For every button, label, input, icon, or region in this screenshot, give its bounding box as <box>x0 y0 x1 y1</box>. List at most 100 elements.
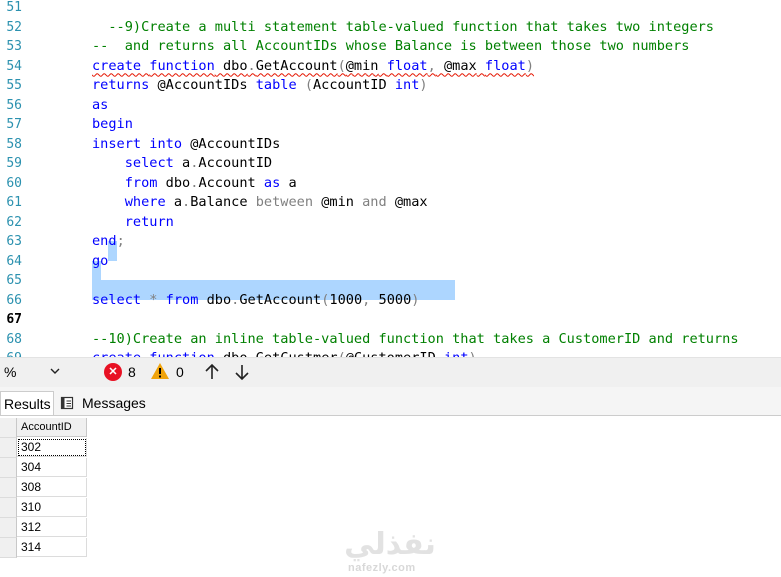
line-number: 66 <box>6 292 22 308</box>
line-number: 61 <box>6 195 22 210</box>
code-token: end <box>92 233 117 249</box>
row-header[interactable] <box>0 478 17 498</box>
code-line: 61 where a.Balance between @min and @max <box>0 193 781 213</box>
code-token: dbo <box>214 57 248 74</box>
code-token: @min <box>313 194 363 210</box>
code-text: return <box>92 213 174 233</box>
code-token: , <box>427 57 436 74</box>
line-number: 56 <box>6 97 22 113</box>
row-header[interactable] <box>0 518 17 538</box>
code-token: into <box>149 135 183 152</box>
cell-accountid[interactable]: 308 <box>17 478 87 497</box>
code-line: 58 insert into @AccountIDs <box>0 135 781 155</box>
code-token: table <box>255 77 297 93</box>
code-token: @AccountIDs <box>149 77 256 93</box>
cell-accountid[interactable]: 312 <box>17 518 87 537</box>
code-text: create function dbo.GetAccount(@min floa… <box>92 57 534 77</box>
tab-results-label: Results <box>4 396 51 412</box>
line-number: 51 <box>6 0 22 15</box>
arrow-down-icon[interactable] <box>232 361 252 383</box>
code-token: begin <box>92 116 133 132</box>
code-token: 5000 <box>370 291 412 308</box>
query-editor[interactable]: 51 52 --9)Create a multi statement table-… <box>0 0 781 357</box>
cell-accountid[interactable]: 314 <box>17 538 87 557</box>
code-token: Account <box>198 174 264 191</box>
svg-text:نفذلي: نفذلي <box>344 527 436 562</box>
code-token: --10)Create an inline table-valued funct… <box>92 330 739 347</box>
code-token: int <box>444 350 469 357</box>
tab-results[interactable]: Results <box>0 391 54 415</box>
line-number: 58 <box>6 136 22 152</box>
row-header[interactable] <box>0 498 17 518</box>
editor-status-bar: % ✕ 8 0 <box>0 357 781 387</box>
code-token: @min <box>345 57 379 74</box>
code-token: ) <box>411 291 420 308</box>
code-token: select <box>92 291 142 308</box>
code-token: ( <box>338 350 346 357</box>
row-header[interactable] <box>0 438 17 458</box>
tab-messages-label: Messages <box>82 395 146 411</box>
row-header[interactable] <box>0 458 17 478</box>
line-number: 55 <box>6 78 22 93</box>
results-tab-bar: Results Messages <box>0 387 781 416</box>
code-token: float <box>386 57 428 74</box>
code-line: 63 end; <box>0 232 781 252</box>
cell-accountid[interactable]: 302 <box>17 438 87 457</box>
grid-corner[interactable] <box>0 418 17 438</box>
line-number: 67 <box>6 312 22 327</box>
code-line: 54 create function dbo.GetAccount(@min fl… <box>0 57 781 77</box>
line-number: 59 <box>6 156 22 171</box>
code-text: begin <box>92 115 133 135</box>
code-token: --9)Create a multi statement table-value… <box>92 18 714 35</box>
zoom-dropdown[interactable]: % <box>2 362 68 382</box>
code-token: a <box>173 155 191 171</box>
code-line: 56 as <box>0 96 781 116</box>
code-token: GetCustmer <box>256 350 338 357</box>
code-token: Balance <box>190 194 256 210</box>
warning-icon[interactable] <box>150 361 170 381</box>
error-count: 8 <box>128 364 136 380</box>
code-text: --9)Create a multi statement table-value… <box>92 18 714 38</box>
code-token: a <box>165 194 183 210</box>
column-header-accountid[interactable]: AccountID <box>17 418 87 437</box>
warning-count: 0 <box>176 364 184 380</box>
code-text: create function dbo.GetCustmer(@Customer… <box>92 349 477 357</box>
code-token: dbo <box>215 350 248 357</box>
code-text: go <box>92 252 108 272</box>
code-token: ) <box>419 77 428 93</box>
code-token: returns <box>92 77 150 93</box>
code-token: ( <box>337 57 346 74</box>
error-icon[interactable]: ✕ <box>104 363 122 381</box>
code-text: from dbo.Account as a <box>92 174 297 194</box>
arrow-up-icon[interactable] <box>202 361 222 383</box>
code-text: returns @AccountIDs table (AccountID int… <box>92 76 428 96</box>
code-token: . <box>248 350 256 357</box>
code-token: @max <box>386 194 428 210</box>
code-text: --10)Create an inline table-valued funct… <box>92 330 739 350</box>
line-number: 68 <box>6 331 22 347</box>
code-token: where <box>124 194 166 210</box>
watermark-site: nafezly.com <box>348 562 416 574</box>
code-token: go <box>92 252 109 269</box>
tab-messages[interactable]: Messages <box>58 391 154 415</box>
code-text: insert into @AccountIDs <box>92 135 280 155</box>
code-token: GetAccount <box>255 57 338 74</box>
line-number: 63 <box>6 234 22 249</box>
code-line: 52 --9)Create a multi statement table-va… <box>0 18 781 38</box>
code-token: from <box>165 291 199 308</box>
cell-accountid[interactable]: 304 <box>17 458 87 477</box>
code-line: 69 create function dbo.GetCustmer(@Custom… <box>0 349 781 357</box>
code-line: 62 return <box>0 213 781 233</box>
cell-accountid[interactable]: 310 <box>17 498 87 517</box>
line-number: 65 <box>6 273 22 288</box>
line-number: 53 <box>6 39 22 54</box>
line-number: 69 <box>0 349 22 357</box>
code-token: insert <box>92 135 142 152</box>
code-token: create <box>92 57 142 74</box>
code-token: dbo <box>198 291 232 308</box>
row-header[interactable] <box>0 538 17 558</box>
